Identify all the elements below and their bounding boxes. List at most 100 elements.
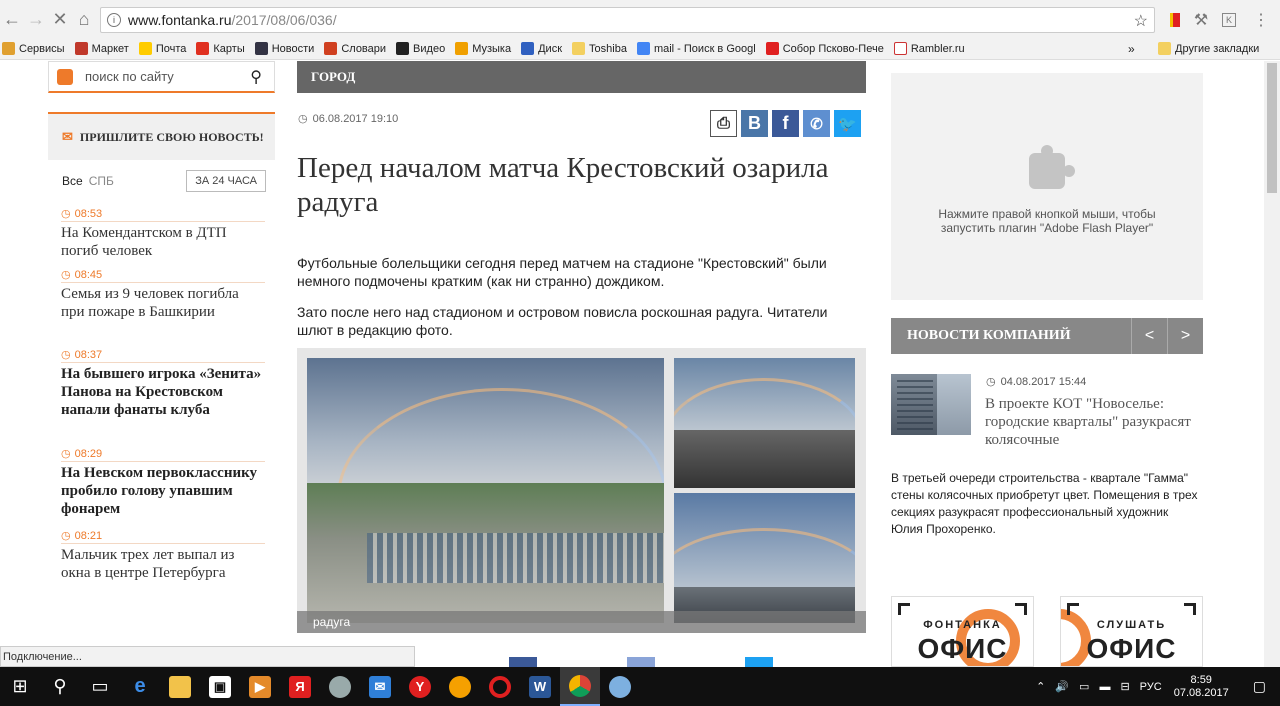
search-icon[interactable]: ⚲	[250, 67, 262, 87]
battery-icon[interactable]: ▬	[1099, 681, 1110, 693]
mail-icon[interactable]: ✉	[360, 667, 400, 706]
bookmarks-more[interactable]: »	[1128, 42, 1135, 56]
address-bar[interactable]: i www.fontanka.ru/2017/08/06/036/ ☆	[100, 7, 1155, 33]
windows-start-icon[interactable]: ⊞	[0, 667, 40, 706]
news-title[interactable]: На Комендантском в ДТП погиб человек	[61, 224, 265, 260]
print-icon[interactable]: ⎙	[710, 110, 737, 137]
company-news-title[interactable]: В проекте КОТ "Новоселье: городские квар…	[985, 395, 1203, 449]
bookmark-item[interactable]: Диск	[521, 42, 562, 55]
news-title[interactable]: На бывшего игрока «Зенита» Панова на Кре…	[61, 365, 265, 419]
paint-icon[interactable]	[600, 667, 640, 706]
bookmark-item[interactable]: Сервисы	[2, 42, 65, 55]
extension-k-icon[interactable]: K	[1218, 9, 1240, 31]
vk-share-button[interactable]: В	[741, 110, 768, 137]
caption-text: радуга	[313, 615, 351, 629]
word-icon[interactable]: W	[520, 667, 560, 706]
store-icon[interactable]: ▣	[200, 667, 240, 706]
article-date: ◷ 06.08.2017 19:10	[298, 112, 398, 126]
filter-all[interactable]: Все	[62, 174, 83, 188]
twitter-icon-bottom[interactable]	[745, 657, 773, 667]
prev-arrow-button[interactable]: <	[1131, 318, 1167, 354]
edge-icon[interactable]: e	[120, 667, 160, 706]
site-search[interactable]: поиск по сайту ⚲	[48, 61, 275, 93]
notifications-icon[interactable]: ▢	[1253, 678, 1266, 695]
twitter-icon[interactable]: 🐦	[834, 110, 861, 137]
home-icon[interactable]: ⌂	[72, 7, 96, 31]
stop-loading-icon[interactable]: ✕	[48, 7, 72, 31]
yandex-icon[interactable]: Я	[280, 667, 320, 706]
tray-chevron-icon[interactable]: ⌃	[1036, 680, 1045, 693]
bookmark-item[interactable]: Собор Псково-Пече	[765, 42, 884, 55]
page-scrollbar[interactable]	[1264, 61, 1280, 667]
facebook-share-button[interactable]: f	[772, 110, 799, 137]
tray-clock[interactable]: 8:59 07.08.2017	[1174, 674, 1229, 700]
promo-banner-1[interactable]: ФОНТАНКА ОФИС	[891, 596, 1034, 667]
other-bookmarks-label: Другие закладки	[1175, 42, 1260, 55]
bookmark-item[interactable]: Музыка	[455, 42, 511, 55]
bookmark-item[interactable]: Toshiba	[572, 42, 627, 55]
odnoklassniki-icon[interactable]	[440, 667, 480, 706]
network-icon[interactable]: ▭	[1079, 680, 1089, 693]
task-view-icon[interactable]: ▭	[80, 667, 120, 706]
app-circle-icon[interactable]	[320, 667, 360, 706]
flash-message: Нажмите правой кнопкой мыши, чтобы запус…	[938, 207, 1156, 235]
news-time-text: 08:53	[74, 207, 103, 220]
gallery-photo-3[interactable]	[674, 493, 855, 623]
company-news-label[interactable]: НОВОСТИ КОМПАНИЙ	[891, 318, 1131, 354]
next-arrow-button[interactable]: >	[1167, 318, 1203, 354]
bookmark-item[interactable]: Маркет	[74, 42, 129, 55]
bookmark-star-icon[interactable]: ☆	[1134, 11, 1148, 31]
chrome-icon[interactable]	[560, 667, 600, 706]
bookmark-label: Новости	[271, 42, 315, 55]
filter-spb[interactable]: СПБ	[89, 174, 114, 188]
bookmark-item[interactable]: Карты	[196, 42, 245, 55]
language-indicator[interactable]: РУС	[1140, 681, 1162, 693]
facebook-icon[interactable]	[509, 657, 537, 667]
scrollbar-thumb[interactable]	[1267, 63, 1277, 193]
company-news-thumbnail[interactable]	[891, 374, 971, 435]
yandex-browser-icon[interactable]: Y	[400, 667, 440, 706]
extension-hammer-icon[interactable]: ⚒	[1190, 9, 1212, 31]
news-item[interactable]: ◷ 08:37 На бывшего игрока «Зенита» Панова …	[61, 347, 265, 419]
bookmark-item[interactable]: Словари	[324, 42, 386, 55]
news-item[interactable]: ◷ 08:53 На Комендантском в ДТП погиб челов…	[61, 206, 265, 260]
news-title[interactable]: На Невском первокласснику пробило голову…	[61, 464, 265, 518]
bookmark-icon	[572, 42, 586, 55]
search-input[interactable]: поиск по сайту	[85, 69, 250, 84]
promo-banner-2[interactable]: СЛУШАТЬ ОФИС	[1060, 596, 1203, 667]
gallery-photo-2[interactable]	[674, 358, 855, 488]
bookmark-item[interactable]: Новости	[254, 42, 315, 55]
photo-gallery[interactable]: радуга	[297, 348, 866, 633]
other-bookmarks[interactable]: Другие закладки	[1158, 42, 1259, 55]
news-item[interactable]: ◷ 08:21 Мальчик трех лет выпал из окна в ц…	[61, 528, 265, 582]
flash-plugin-placeholder[interactable]: Нажмите правой кнопкой мыши, чтобы запус…	[891, 73, 1203, 300]
opera-icon[interactable]	[480, 667, 520, 706]
viber-icon-bottom[interactable]	[627, 657, 655, 667]
send-news-button[interactable]: ✉ ПРИШЛИТЕ СВОЮ НОВОСТЬ!	[48, 112, 275, 160]
menu-icon[interactable]: ⋮	[1250, 9, 1272, 31]
media-player-icon[interactable]: ▶	[240, 667, 280, 706]
info-icon[interactable]: i	[107, 13, 121, 27]
display-icon[interactable]: ⊟	[1120, 680, 1129, 693]
extension-flag-icon[interactable]	[1164, 9, 1186, 31]
file-explorer-icon[interactable]	[160, 667, 200, 706]
section-header[interactable]: ГОРОД	[297, 61, 866, 93]
news-title[interactable]: Мальчик трех лет выпал из окна в центре …	[61, 546, 265, 582]
bookmark-icon	[893, 42, 907, 55]
bookmark-item[interactable]: Видео	[396, 42, 445, 55]
back-arrow-icon[interactable]: ←	[0, 7, 24, 31]
news-item[interactable]: ◷ 08:29 На Невском первокласснику пробило …	[61, 446, 265, 518]
news-title[interactable]: Семья из 9 человек погибла при пожаре в …	[61, 285, 265, 321]
gallery-photo-main[interactable]	[307, 358, 664, 623]
forward-arrow-icon[interactable]: →	[24, 7, 48, 31]
tray-time: 8:59	[1190, 673, 1212, 686]
bookmark-item[interactable]: Почта	[138, 42, 186, 55]
bookmark-item[interactable]: mail - Поиск в Googl	[636, 42, 756, 55]
bookmark-item[interactable]: Rambler.ru	[893, 42, 965, 55]
news-item[interactable]: ◷ 08:45 Семья из 9 человек погибла при пож…	[61, 267, 265, 321]
volume-icon[interactable]: 🔊	[1055, 680, 1069, 693]
viber-icon[interactable]: ✆	[803, 110, 830, 137]
filter-24h-button[interactable]: ЗА 24 ЧАСА	[186, 170, 266, 192]
promo-1-small: ФОНТАНКА	[923, 619, 1002, 631]
search-taskbar-icon[interactable]: ⚲	[40, 667, 80, 706]
